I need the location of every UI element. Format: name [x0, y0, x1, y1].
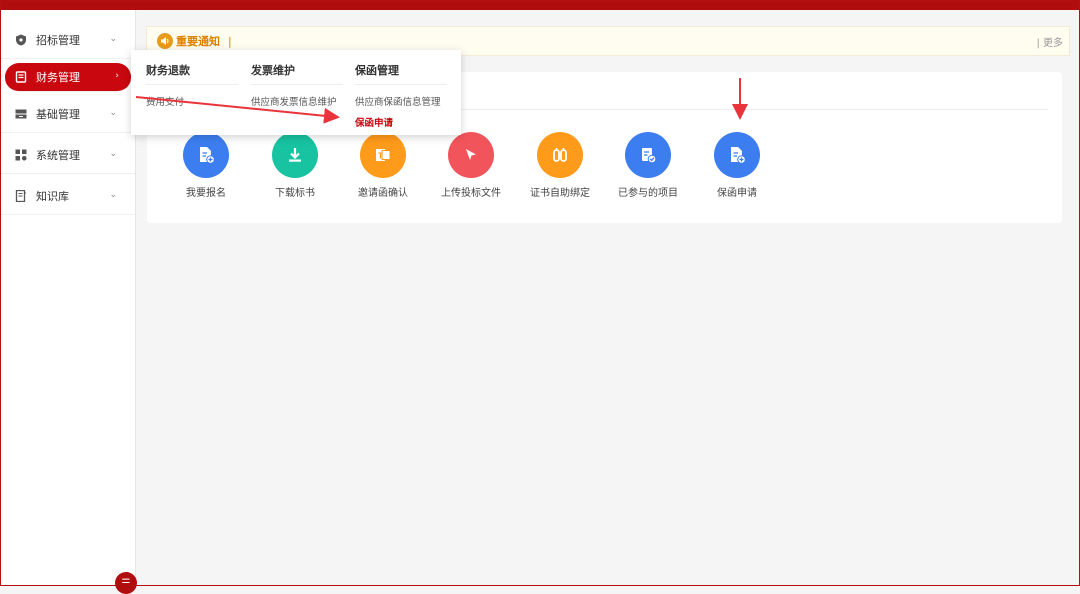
sidebar-item-finance[interactable]: 财务管理 › [5, 63, 131, 92]
chevron-down-icon: ⌄ [109, 108, 117, 118]
cursor-icon [448, 132, 494, 178]
finance-submenu: 财务退款 费用支付 发票维护 供应商发票信息维护 保函管理 供应商保函信息管理 … [131, 50, 461, 135]
file-add-icon [183, 132, 229, 178]
grid-icon [15, 149, 27, 161]
quick-action-label: 下载标书 [275, 188, 315, 199]
svg-text:T: T [378, 152, 383, 161]
notice-title: 重要通知 [176, 35, 220, 48]
doc-check-icon [625, 132, 671, 178]
divider [461, 109, 1048, 110]
quick-action-guarantee-apply[interactable]: 保函申请 [692, 132, 782, 199]
submenu-header: 发票维护 [251, 50, 343, 85]
sidebar-item-bidding[interactable]: 招标管理 ⌄ [1, 22, 135, 59]
chevron-down-icon: ⌄ [109, 149, 117, 159]
chevron-down-icon: ⌄ [109, 190, 117, 200]
quick-action-invitation[interactable]: T 邀请函确认 [338, 132, 428, 199]
chevron-right-icon: › [115, 71, 119, 81]
quick-action-label: 我要报名 [186, 188, 226, 199]
document-icon [15, 71, 27, 83]
sidebar-item-basic[interactable]: 基础管理 ⌄ [1, 96, 135, 133]
sidebar-item-system[interactable]: 系统管理 ⌄ [1, 137, 135, 174]
submenu-link-fee-payment[interactable]: 费用支付 [146, 94, 246, 108]
sidebar-item-knowledge[interactable]: 知识库 ⌄ [1, 178, 135, 215]
quick-action-label: 保函申请 [717, 188, 757, 199]
quick-action-label: 证书自助绑定 [530, 188, 590, 199]
submenu-header: 保函管理 [355, 50, 447, 85]
certificate-icon [537, 132, 583, 178]
notice-separator: | [228, 34, 232, 48]
drawer-icon [15, 108, 27, 120]
quick-action-label: 已参与的项目 [618, 188, 678, 199]
sidebar-item-label: 招标管理 [36, 34, 80, 47]
submenu-column-invoice: 发票维护 供应商发票信息维护 [251, 50, 351, 108]
quick-action-joined-projects[interactable]: 已参与的项目 [603, 132, 693, 199]
notice-more-link[interactable]: | 更多 [1036, 34, 1063, 49]
shield-icon [15, 34, 27, 46]
download-icon [272, 132, 318, 178]
submenu-link-guarantee-apply[interactable]: 保函申请 [355, 115, 455, 129]
sidebar: 招标管理 ⌄ 财务管理 › 基础管理 ⌄ 系统管理 ⌄ 知识库 ⌄ ☰ [1, 10, 137, 594]
quick-action-upload-bid[interactable]: 上传投标文件 [426, 132, 516, 199]
office-doc-icon: T [360, 132, 406, 178]
speaker-icon [157, 33, 173, 49]
quick-action-label: 邀请函确认 [358, 188, 408, 199]
file-add-icon [714, 132, 760, 178]
chevron-down-icon: ⌄ [109, 34, 117, 44]
quick-action-download[interactable]: 下载标书 [250, 132, 340, 199]
top-bar [0, 0, 1080, 10]
book-icon [15, 190, 27, 202]
quick-action-label: 上传投标文件 [441, 188, 501, 199]
submenu-column-refund: 财务退款 费用支付 [146, 50, 246, 108]
sidebar-item-label: 基础管理 [36, 108, 80, 121]
submenu-column-guarantee: 保函管理 供应商保函信息管理 保函申请 [355, 50, 455, 129]
submenu-header: 财务退款 [146, 50, 238, 85]
submenu-link-invoice-maintain[interactable]: 供应商发票信息维护 [251, 94, 351, 108]
sidebar-item-label: 知识库 [36, 190, 69, 203]
menu-collapse-icon[interactable]: ☰ [115, 572, 137, 594]
quick-action-register[interactable]: 我要报名 [161, 132, 251, 199]
sidebar-item-label: 系统管理 [36, 149, 80, 162]
submenu-link-guarantee-manage[interactable]: 供应商保函信息管理 [355, 94, 455, 108]
quick-action-certificate[interactable]: 证书自助绑定 [515, 132, 605, 199]
sidebar-item-label: 财务管理 [36, 71, 80, 84]
